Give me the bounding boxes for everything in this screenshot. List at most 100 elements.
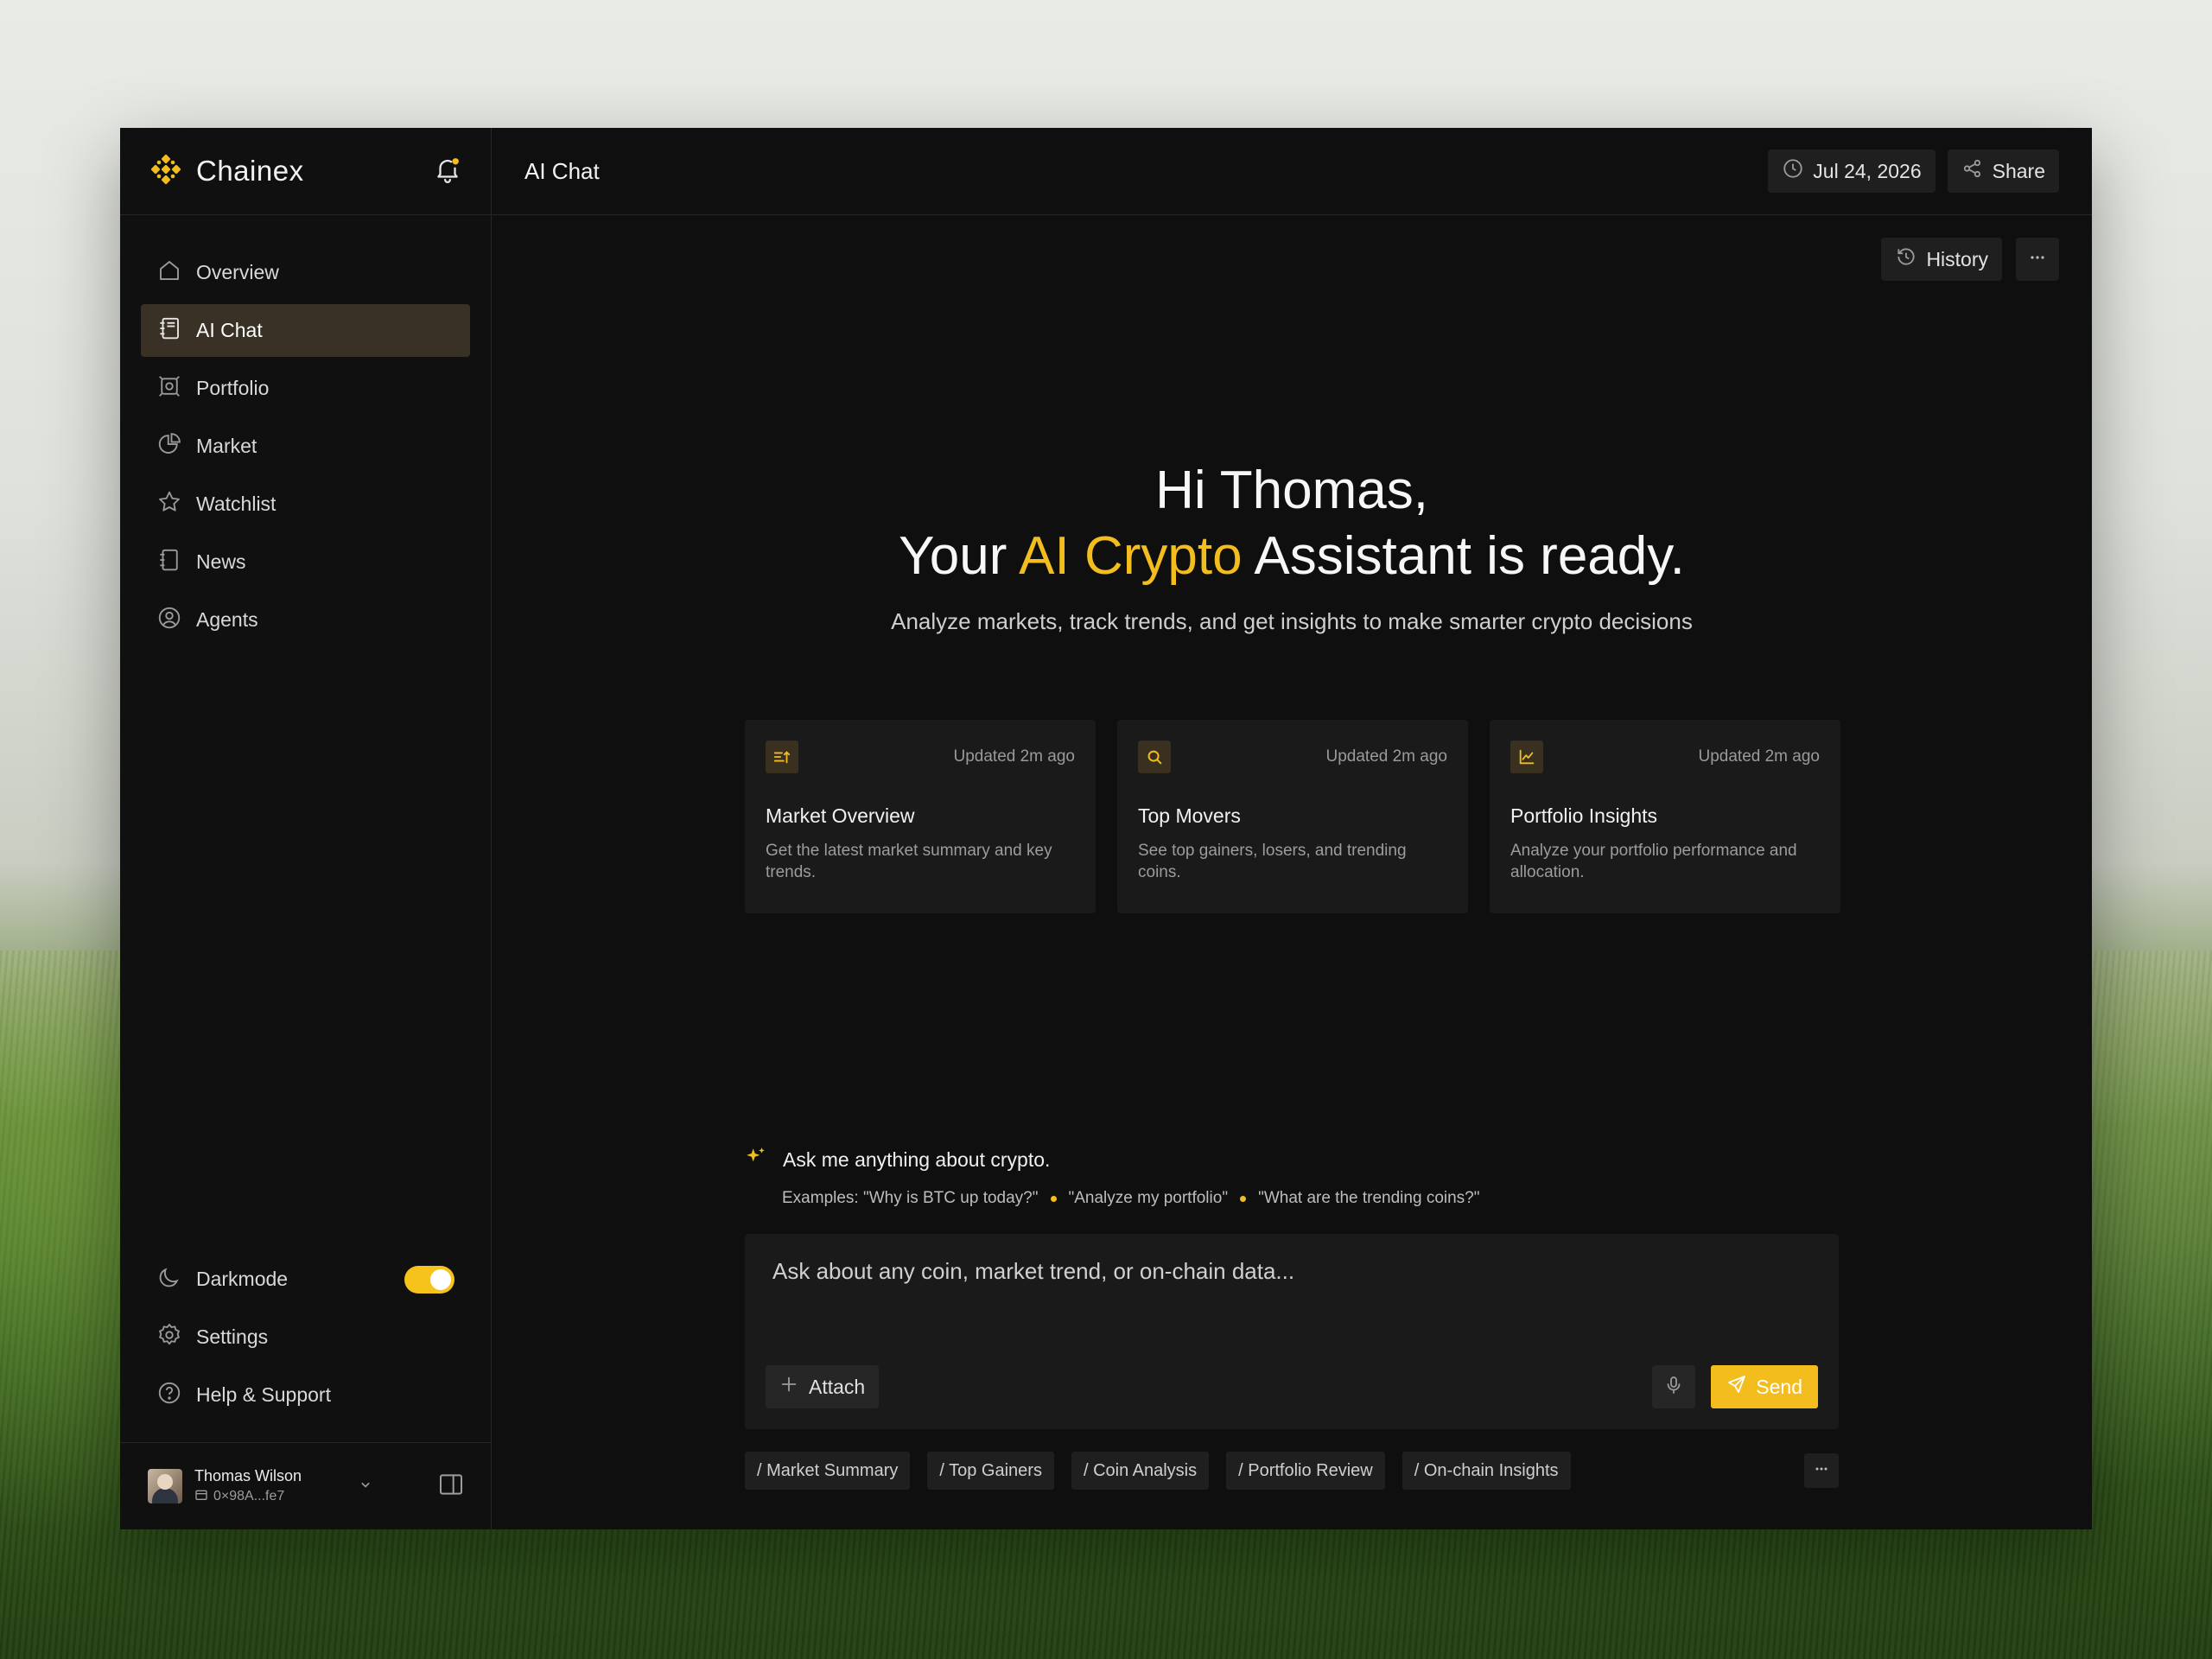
date-label: Jul 24, 2026 [1813, 159, 1922, 182]
user-profile[interactable]: Thomas Wilson 0×98A...fe7 [120, 1442, 491, 1529]
shortcut-top-gainers[interactable]: / Top Gainers [927, 1452, 1054, 1490]
sidebar-item-settings[interactable]: Settings [141, 1311, 470, 1363]
card-portfolio-insights[interactable]: Updated 2m ago Portfolio Insights Analyz… [1490, 720, 1840, 913]
chainex-logo-icon [149, 153, 182, 190]
darkmode-row: Darkmode [141, 1253, 470, 1306]
card-title: Market Overview [766, 804, 915, 827]
sidebar-item-market[interactable]: Market [141, 420, 470, 473]
ask-prompt: Ask me anything about crypto. [783, 1147, 1051, 1171]
example-3[interactable]: "What are the trending coins?" [1258, 1189, 1479, 1208]
history-icon [1895, 245, 1917, 273]
sidebar-item-help[interactable]: Help & Support [141, 1369, 470, 1421]
chat-actions: History [1881, 238, 2059, 281]
user-name: Thomas Wilson [194, 1466, 302, 1484]
card-header: Updated 2m ago [766, 741, 1075, 773]
pie-chart-icon [156, 431, 182, 462]
example-2[interactable]: "Analyze my portfolio" [1069, 1189, 1229, 1208]
sidebar-item-watchlist[interactable]: Watchlist [141, 478, 470, 531]
sidebar-item-portfolio[interactable]: Portfolio [141, 362, 470, 415]
card-updated: Updated 2m ago [1325, 747, 1448, 766]
card-market-overview[interactable]: Updated 2m ago Market Overview Get the l… [745, 720, 1096, 913]
clock-icon [1782, 157, 1804, 185]
card-description: Analyze your portfolio performance and a… [1510, 842, 1797, 881]
history-label: History [1926, 247, 1988, 270]
send-button[interactable]: Send [1711, 1365, 1818, 1408]
plus-icon [779, 1375, 798, 1399]
notification-button[interactable] [430, 154, 465, 188]
more-options-button[interactable] [2016, 238, 2059, 281]
notebook-icon [156, 315, 182, 346]
shortcut-onchain-insights[interactable]: / On-chain Insights [1402, 1452, 1571, 1490]
news-icon [156, 547, 182, 578]
sidebar-bottom: Darkmode Settings Help & Support [120, 1253, 491, 1442]
sidebar-item-agents[interactable]: Agents [141, 594, 470, 646]
darkmode-toggle[interactable] [404, 1265, 454, 1294]
shortcut-portfolio-review[interactable]: / Portfolio Review [1226, 1452, 1385, 1490]
share-button[interactable]: Share [1947, 149, 2059, 193]
separator-dot [1050, 1195, 1057, 1202]
sidebar-item-label: Watchlist [196, 493, 276, 515]
card-updated: Updated 2m ago [953, 747, 1076, 766]
portfolio-icon [156, 373, 182, 404]
card-top-movers[interactable]: Updated 2m ago Top Movers See top gainer… [1117, 720, 1468, 913]
sidebar-header: Chainex [120, 128, 491, 215]
separator-dot [1240, 1195, 1247, 1202]
microphone-button[interactable] [1652, 1365, 1696, 1408]
brand[interactable]: Chainex [149, 153, 304, 190]
shortcuts-more-button[interactable] [1804, 1453, 1839, 1488]
help-label: Help & Support [196, 1383, 331, 1406]
attach-button[interactable]: Attach [766, 1365, 880, 1408]
gear-icon [156, 1322, 182, 1353]
shortcut-coin-analysis[interactable]: / Coin Analysis [1071, 1452, 1210, 1490]
sidebar: Chainex Overview AI Chat Portfolio Marke… [120, 128, 492, 1529]
main-panel: AI Chat Jul 24, 2026 Share History Hi Th… [492, 128, 2092, 1529]
help-icon [156, 1380, 182, 1411]
sidebar-toggle-icon[interactable] [437, 1471, 465, 1503]
date-button[interactable]: Jul 24, 2026 [1768, 149, 1936, 193]
avatar [148, 1469, 182, 1503]
brand-name: Chainex [196, 155, 304, 187]
hero-subtitle: Analyze markets, track trends, and get i… [891, 608, 1693, 634]
card-updated: Updated 2m ago [1698, 747, 1821, 766]
page-title: AI Chat [524, 157, 600, 184]
toggle-knob [430, 1268, 451, 1290]
composer-toolbar: Attach Send [766, 1365, 1818, 1408]
home-icon [156, 257, 182, 289]
card-header: Updated 2m ago [1138, 741, 1447, 773]
send-icon [1726, 1374, 1747, 1400]
example-1[interactable]: Examples: "Why is BTC up today?" [782, 1189, 1039, 1208]
sidebar-item-ai-chat[interactable]: AI Chat [141, 304, 470, 357]
sidebar-item-label: Overview [196, 261, 279, 283]
chat-composer: Attach Send [745, 1234, 1839, 1429]
shortcut-market-summary[interactable]: / Market Summary [745, 1452, 911, 1490]
darkmode-label: Darkmode [196, 1268, 289, 1290]
search-icon [1138, 741, 1171, 773]
hero-accent: AI Crypto [1019, 526, 1243, 586]
hero-greeting: Hi Thomas, [1155, 461, 1428, 520]
moon-icon [156, 1264, 182, 1295]
sidebar-item-label: AI Chat [196, 319, 263, 341]
suggestion-cards: Updated 2m ago Market Overview Get the l… [745, 720, 1840, 913]
microphone-icon [1663, 1375, 1684, 1400]
hero-line2-post: Assistant is ready. [1242, 526, 1685, 586]
sidebar-item-news[interactable]: News [141, 536, 470, 588]
sidebar-item-label: News [196, 550, 246, 573]
history-button[interactable]: History [1881, 238, 2002, 281]
topbar: AI Chat Jul 24, 2026 Share [492, 128, 2092, 215]
sidebar-item-overview[interactable]: Overview [141, 246, 470, 299]
chevron-down-icon[interactable] [357, 1476, 374, 1497]
chat-input[interactable] [772, 1258, 1811, 1285]
card-title: Top Movers [1138, 804, 1241, 827]
wallet-address: 0×98A...fe7 [213, 1489, 285, 1503]
hero: Hi Thomas, Your AI Crypto Assistant is r… [492, 458, 2092, 635]
settings-label: Settings [196, 1325, 269, 1348]
share-icon [1961, 157, 1984, 185]
sparkle-icon [745, 1146, 767, 1173]
sidebar-item-label: Market [196, 435, 257, 457]
wallet-icon [194, 1488, 208, 1506]
attach-label: Attach [809, 1375, 866, 1398]
user-info: Thomas Wilson 0×98A...fe7 [194, 1467, 302, 1506]
user-circle-icon [156, 605, 182, 636]
sort-ascending-icon [766, 741, 798, 773]
